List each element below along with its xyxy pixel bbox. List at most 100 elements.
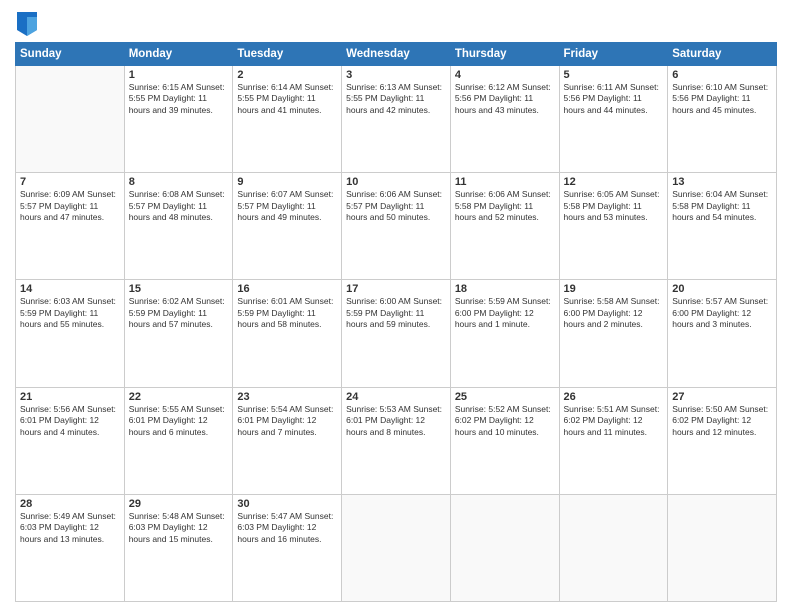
day-info: Sunrise: 6:12 AM Sunset: 5:56 PM Dayligh… — [455, 82, 555, 116]
calendar-cell: 8Sunrise: 6:08 AM Sunset: 5:57 PM Daylig… — [124, 173, 233, 280]
calendar-day-header: Thursday — [450, 43, 559, 66]
day-number: 15 — [129, 283, 229, 295]
day-info: Sunrise: 6:08 AM Sunset: 5:57 PM Dayligh… — [129, 189, 229, 223]
calendar-cell: 20Sunrise: 5:57 AM Sunset: 6:00 PM Dayli… — [668, 280, 777, 387]
day-number: 4 — [455, 69, 555, 81]
day-number: 28 — [20, 498, 120, 510]
logo — [15, 14, 37, 36]
day-number: 10 — [346, 176, 446, 188]
day-info: Sunrise: 6:07 AM Sunset: 5:57 PM Dayligh… — [237, 189, 337, 223]
calendar-day-header: Wednesday — [342, 43, 451, 66]
day-number: 1 — [129, 69, 229, 81]
day-info: Sunrise: 6:00 AM Sunset: 5:59 PM Dayligh… — [346, 296, 446, 330]
calendar-week-row: 14Sunrise: 6:03 AM Sunset: 5:59 PM Dayli… — [16, 280, 777, 387]
calendar-cell: 6Sunrise: 6:10 AM Sunset: 5:56 PM Daylig… — [668, 66, 777, 173]
calendar-day-header: Saturday — [668, 43, 777, 66]
day-info: Sunrise: 5:50 AM Sunset: 6:02 PM Dayligh… — [672, 404, 772, 438]
day-number: 5 — [564, 69, 664, 81]
calendar-cell — [342, 494, 451, 601]
day-number: 14 — [20, 283, 120, 295]
day-info: Sunrise: 6:13 AM Sunset: 5:55 PM Dayligh… — [346, 82, 446, 116]
day-number: 27 — [672, 391, 772, 403]
calendar-cell: 22Sunrise: 5:55 AM Sunset: 6:01 PM Dayli… — [124, 387, 233, 494]
calendar-cell: 30Sunrise: 5:47 AM Sunset: 6:03 PM Dayli… — [233, 494, 342, 601]
day-number: 13 — [672, 176, 772, 188]
day-info: Sunrise: 5:49 AM Sunset: 6:03 PM Dayligh… — [20, 511, 120, 545]
day-number: 19 — [564, 283, 664, 295]
day-info: Sunrise: 6:02 AM Sunset: 5:59 PM Dayligh… — [129, 296, 229, 330]
calendar-cell — [559, 494, 668, 601]
day-number: 21 — [20, 391, 120, 403]
day-info: Sunrise: 5:59 AM Sunset: 6:00 PM Dayligh… — [455, 296, 555, 330]
day-number: 23 — [237, 391, 337, 403]
day-number: 7 — [20, 176, 120, 188]
day-info: Sunrise: 6:09 AM Sunset: 5:57 PM Dayligh… — [20, 189, 120, 223]
day-info: Sunrise: 5:56 AM Sunset: 6:01 PM Dayligh… — [20, 404, 120, 438]
calendar-cell: 14Sunrise: 6:03 AM Sunset: 5:59 PM Dayli… — [16, 280, 125, 387]
page: SundayMondayTuesdayWednesdayThursdayFrid… — [0, 0, 792, 612]
calendar-cell: 11Sunrise: 6:06 AM Sunset: 5:58 PM Dayli… — [450, 173, 559, 280]
day-number: 24 — [346, 391, 446, 403]
logo-icon — [17, 12, 37, 36]
calendar-cell — [16, 66, 125, 173]
day-info: Sunrise: 5:52 AM Sunset: 6:02 PM Dayligh… — [455, 404, 555, 438]
day-info: Sunrise: 5:48 AM Sunset: 6:03 PM Dayligh… — [129, 511, 229, 545]
day-info: Sunrise: 5:57 AM Sunset: 6:00 PM Dayligh… — [672, 296, 772, 330]
calendar-day-header: Friday — [559, 43, 668, 66]
calendar-cell: 5Sunrise: 6:11 AM Sunset: 5:56 PM Daylig… — [559, 66, 668, 173]
calendar-week-row: 28Sunrise: 5:49 AM Sunset: 6:03 PM Dayli… — [16, 494, 777, 601]
day-number: 20 — [672, 283, 772, 295]
day-number: 16 — [237, 283, 337, 295]
calendar-cell: 23Sunrise: 5:54 AM Sunset: 6:01 PM Dayli… — [233, 387, 342, 494]
header — [15, 10, 777, 36]
day-number: 6 — [672, 69, 772, 81]
day-number: 30 — [237, 498, 337, 510]
calendar-cell: 24Sunrise: 5:53 AM Sunset: 6:01 PM Dayli… — [342, 387, 451, 494]
calendar-cell: 28Sunrise: 5:49 AM Sunset: 6:03 PM Dayli… — [16, 494, 125, 601]
day-info: Sunrise: 6:11 AM Sunset: 5:56 PM Dayligh… — [564, 82, 664, 116]
day-info: Sunrise: 6:14 AM Sunset: 5:55 PM Dayligh… — [237, 82, 337, 116]
calendar-cell: 12Sunrise: 6:05 AM Sunset: 5:58 PM Dayli… — [559, 173, 668, 280]
day-number: 18 — [455, 283, 555, 295]
calendar-cell: 29Sunrise: 5:48 AM Sunset: 6:03 PM Dayli… — [124, 494, 233, 601]
day-info: Sunrise: 6:06 AM Sunset: 5:57 PM Dayligh… — [346, 189, 446, 223]
calendar-cell: 7Sunrise: 6:09 AM Sunset: 5:57 PM Daylig… — [16, 173, 125, 280]
calendar-week-row: 7Sunrise: 6:09 AM Sunset: 5:57 PM Daylig… — [16, 173, 777, 280]
day-number: 9 — [237, 176, 337, 188]
day-info: Sunrise: 5:47 AM Sunset: 6:03 PM Dayligh… — [237, 511, 337, 545]
calendar-cell: 10Sunrise: 6:06 AM Sunset: 5:57 PM Dayli… — [342, 173, 451, 280]
day-info: Sunrise: 6:06 AM Sunset: 5:58 PM Dayligh… — [455, 189, 555, 223]
day-info: Sunrise: 5:58 AM Sunset: 6:00 PM Dayligh… — [564, 296, 664, 330]
calendar-day-header: Sunday — [16, 43, 125, 66]
calendar-cell: 25Sunrise: 5:52 AM Sunset: 6:02 PM Dayli… — [450, 387, 559, 494]
calendar-cell: 16Sunrise: 6:01 AM Sunset: 5:59 PM Dayli… — [233, 280, 342, 387]
calendar-cell: 18Sunrise: 5:59 AM Sunset: 6:00 PM Dayli… — [450, 280, 559, 387]
calendar-cell: 27Sunrise: 5:50 AM Sunset: 6:02 PM Dayli… — [668, 387, 777, 494]
calendar-week-row: 21Sunrise: 5:56 AM Sunset: 6:01 PM Dayli… — [16, 387, 777, 494]
calendar-header-row: SundayMondayTuesdayWednesdayThursdayFrid… — [16, 43, 777, 66]
day-info: Sunrise: 5:55 AM Sunset: 6:01 PM Dayligh… — [129, 404, 229, 438]
calendar-cell: 21Sunrise: 5:56 AM Sunset: 6:01 PM Dayli… — [16, 387, 125, 494]
day-info: Sunrise: 6:05 AM Sunset: 5:58 PM Dayligh… — [564, 189, 664, 223]
day-info: Sunrise: 6:04 AM Sunset: 5:58 PM Dayligh… — [672, 189, 772, 223]
day-number: 25 — [455, 391, 555, 403]
day-info: Sunrise: 5:54 AM Sunset: 6:01 PM Dayligh… — [237, 404, 337, 438]
day-number: 26 — [564, 391, 664, 403]
day-info: Sunrise: 5:51 AM Sunset: 6:02 PM Dayligh… — [564, 404, 664, 438]
day-number: 22 — [129, 391, 229, 403]
day-info: Sunrise: 6:15 AM Sunset: 5:55 PM Dayligh… — [129, 82, 229, 116]
day-info: Sunrise: 5:53 AM Sunset: 6:01 PM Dayligh… — [346, 404, 446, 438]
day-number: 12 — [564, 176, 664, 188]
day-number: 3 — [346, 69, 446, 81]
calendar-cell — [450, 494, 559, 601]
calendar-cell: 4Sunrise: 6:12 AM Sunset: 5:56 PM Daylig… — [450, 66, 559, 173]
calendar-cell: 13Sunrise: 6:04 AM Sunset: 5:58 PM Dayli… — [668, 173, 777, 280]
calendar-cell — [668, 494, 777, 601]
day-info: Sunrise: 6:03 AM Sunset: 5:59 PM Dayligh… — [20, 296, 120, 330]
calendar-cell: 1Sunrise: 6:15 AM Sunset: 5:55 PM Daylig… — [124, 66, 233, 173]
calendar-cell: 19Sunrise: 5:58 AM Sunset: 6:00 PM Dayli… — [559, 280, 668, 387]
calendar-cell: 26Sunrise: 5:51 AM Sunset: 6:02 PM Dayli… — [559, 387, 668, 494]
day-number: 2 — [237, 69, 337, 81]
calendar-cell: 2Sunrise: 6:14 AM Sunset: 5:55 PM Daylig… — [233, 66, 342, 173]
calendar-cell: 3Sunrise: 6:13 AM Sunset: 5:55 PM Daylig… — [342, 66, 451, 173]
